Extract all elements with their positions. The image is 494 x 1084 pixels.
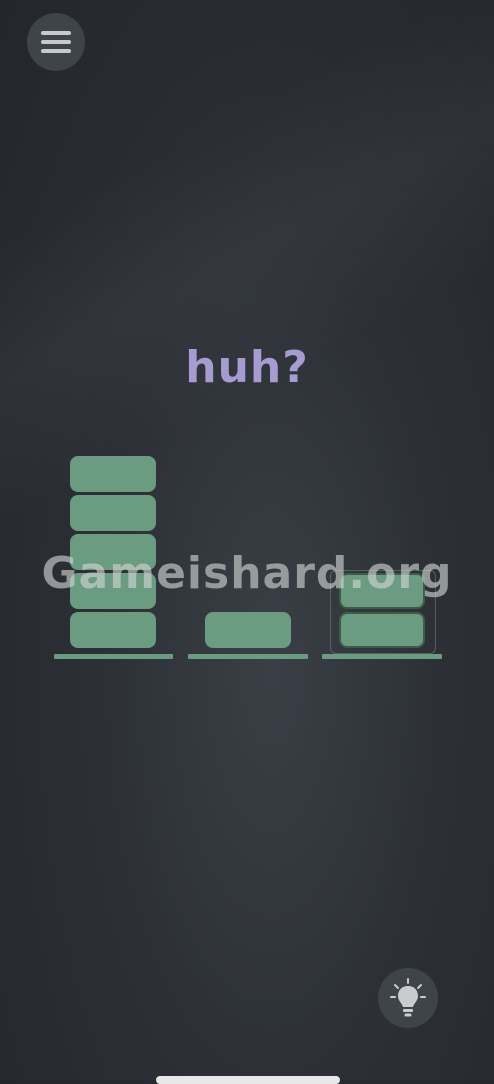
block[interactable]	[339, 612, 425, 648]
hint-button[interactable]	[378, 968, 438, 1028]
block[interactable]	[70, 495, 156, 531]
stack-base	[188, 654, 308, 659]
menu-button[interactable]	[27, 13, 85, 71]
block[interactable]	[70, 612, 156, 648]
home-indicator	[156, 1076, 340, 1084]
lightbulb-icon	[390, 978, 426, 1017]
stack-base	[54, 654, 173, 659]
stack-base	[322, 654, 442, 659]
watermark: Gameishard.org	[41, 548, 453, 599]
block[interactable]	[70, 456, 156, 492]
block[interactable]	[205, 612, 291, 648]
background-sheen	[0, 0, 494, 530]
level-title: huh?	[185, 342, 309, 393]
